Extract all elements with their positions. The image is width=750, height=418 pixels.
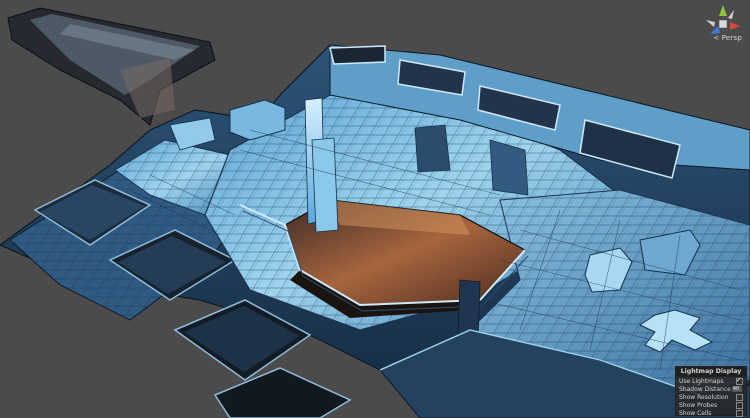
show-probes-row: Show Probes — [676, 401, 746, 409]
center-cube-icon[interactable] — [718, 19, 728, 29]
y-axis-icon[interactable] — [719, 5, 727, 16]
show-probes-label: Show Probes — [679, 401, 718, 409]
shadow-distance-row: Shadow Distance 40 — [676, 385, 746, 393]
show-resolution-row: Show Resolution — [676, 393, 746, 401]
lightmap-display-panel: Lightmap Display Use Lightmaps Shadow Di… — [675, 366, 747, 417]
show-probes-checkbox[interactable] — [736, 401, 743, 409]
window-1 — [329, 45, 386, 65]
neg-x-axis-icon[interactable] — [706, 20, 715, 27]
show-resolution-checkbox[interactable] — [736, 393, 743, 401]
shadow-distance-field[interactable]: 40 — [730, 385, 743, 393]
neg-z-axis-icon[interactable] — [728, 10, 734, 19]
x-axis-icon[interactable] — [730, 22, 740, 30]
shadow-distance-label: Shadow Distance — [679, 385, 731, 393]
scene-viewport[interactable]: < Persp Lightmap Display Use Lightmaps S… — [0, 0, 750, 418]
scene-render[interactable] — [0, 0, 750, 418]
show-cells-row: Show Cells — [676, 409, 746, 417]
projection-toggle[interactable]: < Persp — [713, 34, 742, 42]
show-cells-label: Show Cells — [679, 409, 712, 417]
use-lightmaps-row: Use Lightmaps — [676, 376, 746, 385]
show-cells-checkbox[interactable] — [736, 409, 743, 417]
z-axis-icon[interactable] — [710, 26, 720, 34]
room-shaft-4 — [213, 367, 352, 418]
use-lightmaps-label: Use Lightmaps — [679, 377, 724, 385]
use-lightmaps-checkbox[interactable] — [736, 376, 743, 385]
show-resolution-label: Show Resolution — [679, 393, 729, 401]
